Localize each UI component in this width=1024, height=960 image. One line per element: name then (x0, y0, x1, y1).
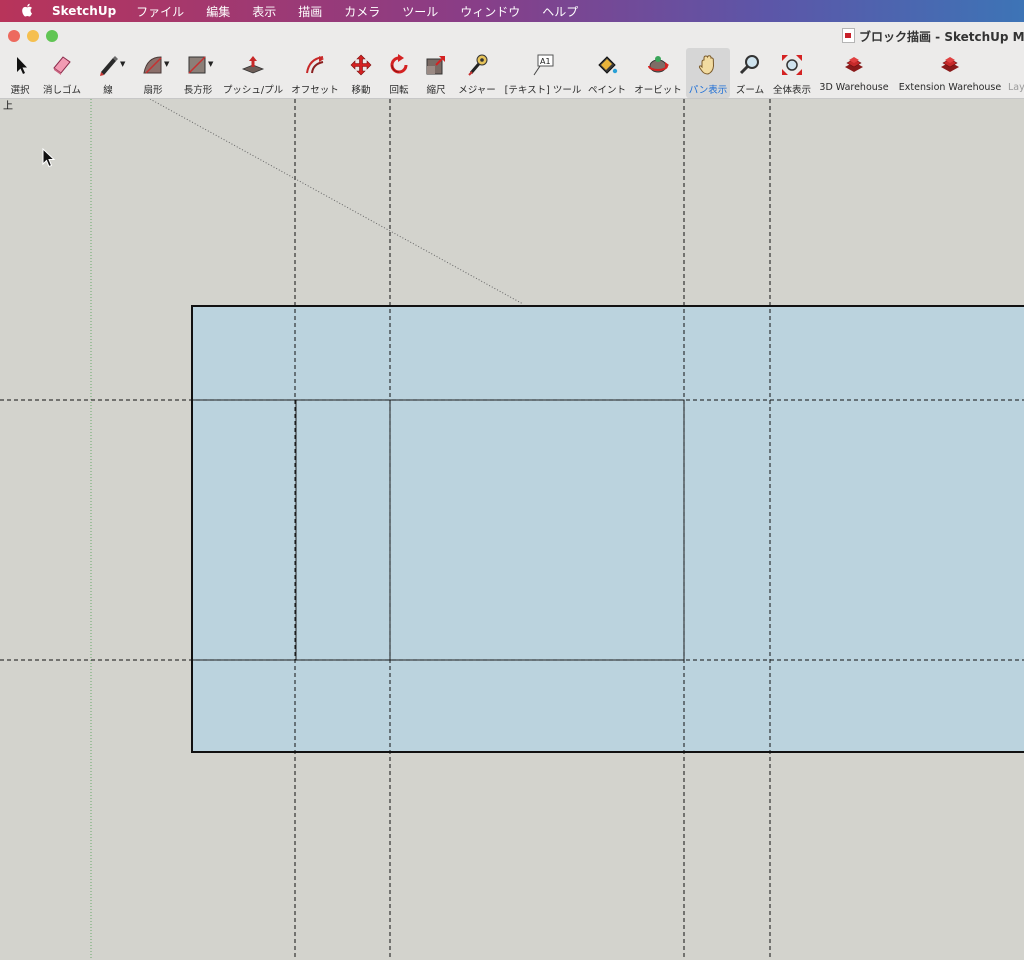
tool-rectangle-label: 長方形 (183, 85, 213, 96)
tool-zoom-label: ズーム (735, 85, 765, 96)
line-dropdown-chevron-icon[interactable]: ▼ (120, 60, 125, 68)
tool-scale-button[interactable]: 縮尺 (420, 48, 452, 98)
menu-window[interactable]: ウィンドウ (460, 3, 520, 20)
tool-arc-label: 扇形 (143, 85, 163, 96)
tool-tape-label: メジャー (458, 85, 496, 96)
pencil-icon (100, 56, 118, 76)
tool-zoomext-button[interactable]: 全体表示 (770, 48, 814, 98)
scale-icon (426, 56, 445, 75)
apple-menu-icon[interactable] (18, 3, 36, 20)
tool-eraser-button[interactable]: 消しゴム (40, 48, 84, 98)
menu-draw[interactable]: 描画 (298, 3, 322, 20)
drawing-canvas[interactable] (0, 99, 1024, 960)
paint-bucket-icon (598, 56, 618, 74)
tool-eraser-label: 消しゴム (42, 85, 81, 96)
tool-layout-label: Lay (1008, 82, 1024, 93)
svg-text:A1: A1 (540, 57, 551, 66)
tool-warehouse-label: 3D Warehouse (819, 82, 889, 93)
fullscreen-window-button[interactable] (46, 30, 58, 42)
tool-orbit-button[interactable]: オービット (631, 48, 685, 98)
tool-select-label: 選択 (10, 85, 30, 96)
offset-icon (306, 56, 324, 74)
move-icon (350, 54, 372, 76)
warehouse-icon (845, 57, 863, 72)
select-arrow-icon (17, 57, 27, 74)
tool-extwarehouse-button[interactable]: Extension Warehouse (895, 48, 1005, 98)
mouse-cursor-icon (42, 147, 56, 172)
tool-pan-label: パン表示 (688, 85, 728, 96)
document-icon (842, 28, 855, 43)
tool-pan-button[interactable]: パン表示 (686, 48, 730, 98)
arc-dropdown-chevron-icon[interactable]: ▼ (164, 60, 169, 68)
orbit-icon (648, 56, 669, 73)
window-controls (8, 30, 58, 42)
tool-paint-button[interactable]: ペイント (585, 48, 629, 98)
tool-offset-button[interactable]: オフセット (289, 48, 341, 98)
tool-pushpull-button[interactable]: プッシュ/プル (220, 48, 286, 98)
zoom-icon (739, 55, 759, 75)
tool-select-button[interactable]: 選択 (6, 48, 34, 98)
push-pull-icon (241, 56, 265, 74)
tool-rectangle-button[interactable]: ▼ 長方形 (178, 48, 218, 98)
menu-help[interactable]: ヘルプ (542, 3, 578, 20)
eraser-icon (53, 56, 71, 75)
tool-tape-button[interactable]: メジャー (455, 48, 499, 98)
window-title: ブロック描画 - SketchUp Mak (859, 30, 1024, 44)
diagonal-guide-line (149, 99, 524, 305)
tool-offset-label: オフセット (291, 85, 339, 96)
block-face[interactable] (191, 305, 1024, 753)
zoom-extents-icon (782, 55, 802, 75)
tool-warehouse-button[interactable]: 3D Warehouse (816, 48, 892, 98)
rectangle-icon (188, 56, 206, 74)
tool-rotate-label: 回転 (389, 85, 409, 96)
window-titlebar: ブロック描画 - SketchUp Mak (0, 22, 1024, 48)
tool-rotate-button[interactable]: 回転 (383, 48, 415, 98)
menu-tools[interactable]: ツール (402, 3, 438, 20)
pan-hand-icon (698, 55, 715, 75)
menu-app-sketchup[interactable]: SketchUp (52, 4, 116, 18)
tool-extwarehouse-label: Extension Warehouse (898, 82, 1002, 93)
tool-line-button[interactable]: ▼ 線 (90, 48, 126, 98)
tool-arc-button[interactable]: ▼ 扇形 (134, 48, 172, 98)
tape-measure-icon (468, 54, 488, 76)
layout-icon (1008, 53, 1024, 77)
arc-icon (143, 56, 162, 74)
tool-line-label: 線 (103, 85, 113, 96)
minimize-window-button[interactable] (27, 30, 39, 42)
tool-scale-label: 縮尺 (426, 85, 446, 96)
tool-paint-label: ペイント (587, 85, 626, 96)
tool-pushpull-label: プッシュ/プル (222, 85, 284, 96)
model-drawing (0, 99, 1024, 960)
tool-orbit-label: オービット (634, 85, 682, 96)
tool-text-label: [テキスト] ツール (504, 85, 582, 96)
menu-file[interactable]: ファイル (136, 3, 184, 20)
extension-warehouse-icon (941, 57, 959, 72)
tool-move-label: 移動 (351, 85, 371, 96)
main-toolbar: 選択 消しゴム ▼ 線 ▼ 扇形 ▼ 長方形 プッシュ/プル オフセット 移動 … (0, 48, 1024, 99)
tool-zoom-button[interactable]: ズーム (733, 48, 767, 98)
rectangle-dropdown-chevron-icon[interactable]: ▼ (208, 60, 213, 68)
tool-zoomext-label: 全体表示 (772, 85, 811, 96)
view-name-label: 上 (3, 101, 13, 112)
menu-camera[interactable]: カメラ (344, 3, 380, 20)
text-tool-icon: A1 (533, 54, 554, 76)
tool-move-button[interactable]: 移動 (345, 48, 377, 98)
tool-text-button[interactable]: A1 [テキスト] ツール (503, 48, 583, 98)
tool-layout-button[interactable]: Lay (1008, 48, 1024, 98)
menu-bar: SketchUp ファイル 編集 表示 描画 カメラ ツール ウィンドウ ヘルプ (0, 0, 1024, 22)
rotate-icon (390, 54, 408, 74)
menu-view[interactable]: 表示 (252, 3, 276, 20)
close-window-button[interactable] (8, 30, 20, 42)
menu-edit[interactable]: 編集 (206, 3, 230, 20)
